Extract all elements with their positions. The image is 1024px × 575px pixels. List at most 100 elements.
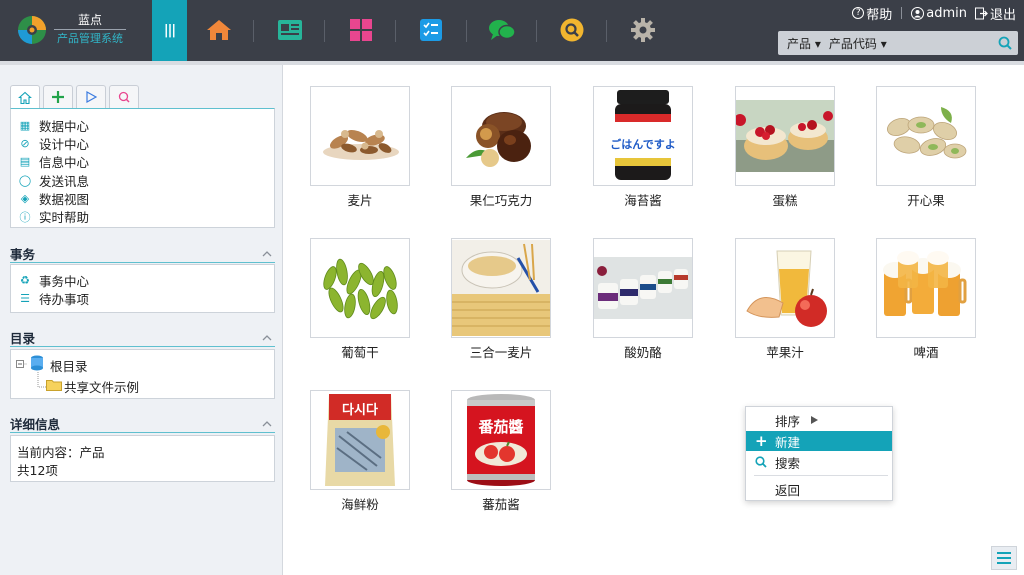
search-icon: [118, 91, 130, 103]
affairs-item-center[interactable]: ♻ 事务中心: [19, 271, 274, 289]
context-menu-sort[interactable]: 排序: [746, 410, 892, 430]
search-icon[interactable]: [556, 14, 588, 46]
database-icon: [31, 355, 43, 371]
layers-icon: ◈: [20, 191, 30, 205]
chevron-up-icon[interactable]: [262, 334, 272, 341]
product-item[interactable]: 酸奶酪: [583, 238, 703, 361]
product-item[interactable]: 蛋糕: [725, 86, 845, 209]
product-name: 蕃茄酱: [482, 497, 520, 512]
product-image: [735, 238, 835, 338]
chevron-up-icon[interactable]: [262, 250, 272, 257]
tree-child-label[interactable]: 共享文件示例: [64, 377, 139, 396]
design-icon: ⊘: [20, 136, 30, 150]
tree-root-label[interactable]: 根目录: [50, 356, 88, 375]
field-select[interactable]: 产品代码 ▾: [821, 35, 887, 52]
nav-item-label: 实时帮助: [39, 210, 90, 226]
context-menu-search-label: 搜索: [775, 455, 801, 471]
product-item[interactable]: 果仁巧克力: [441, 86, 561, 209]
product-item[interactable]: 开心果: [866, 86, 986, 209]
search-bar: 产品 ▾ 产品代码 ▾: [778, 31, 1018, 55]
home-icon: [18, 91, 32, 104]
submenu-arrow-icon: [811, 416, 818, 424]
user-label: admin: [926, 5, 967, 21]
product-name: 苹果汁: [766, 345, 804, 360]
nav-item-info-center[interactable]: ▤ 信息中心: [19, 153, 274, 171]
affairs-item-todo[interactable]: ☰ 待办事项: [19, 289, 274, 307]
nav-item-label: 数据中心: [39, 118, 90, 134]
search-submit-icon[interactable]: [998, 36, 1012, 50]
logout-label: 退出: [989, 7, 1016, 23]
product-image: [310, 238, 410, 338]
chat-icon[interactable]: [486, 14, 518, 46]
plus-icon: [52, 91, 64, 103]
product-name: 三合一麦片: [469, 345, 533, 360]
news-icon[interactable]: [274, 14, 306, 46]
context-menu-search[interactable]: 搜索: [746, 452, 892, 472]
field-selected: 产品代码: [828, 36, 877, 51]
details-header[interactable]: 详细信息: [10, 415, 275, 433]
details-panel: 当前内容：产品 共12项: [10, 435, 275, 482]
sidebar: ▦ 数据中心 ⊘ 设计中心 ▤ 信息中心 ◯ 发送讯息 ◈ 数据视图 ⓘ 实时帮助 事务 ♻…: [0, 65, 283, 575]
affairs-header[interactable]: 事务: [10, 245, 275, 263]
question-icon: ?: [852, 7, 865, 19]
product-item[interactable]: 다시다 海鲜粉: [300, 390, 420, 513]
apps-icon[interactable]: [345, 14, 377, 46]
chevron-up-icon[interactable]: [262, 420, 272, 427]
product-image: ごはんですよ: [593, 86, 693, 186]
product-image: [451, 86, 551, 186]
tab-add[interactable]: [43, 85, 73, 108]
context-menu-back-label: 返回: [775, 482, 801, 498]
product-name: 啤酒: [913, 345, 939, 360]
recycle-icon: ♻: [20, 273, 30, 287]
product-name: 海苔酱: [624, 193, 662, 208]
context-menu-sort-label: 排序: [775, 413, 801, 429]
details-current: 当前内容：产品: [17, 444, 105, 460]
nav-item-data-view[interactable]: ◈ 数据视图: [19, 189, 274, 207]
product-image: [735, 86, 835, 186]
product-name: 葡萄干: [341, 345, 379, 360]
grid-icon: ▦: [19, 118, 31, 132]
context-menu-new[interactable]: + 新建: [746, 431, 892, 451]
tab-play[interactable]: [76, 85, 106, 108]
nav-item-data-center[interactable]: ▦ 数据中心: [19, 116, 274, 134]
tab-search[interactable]: [109, 85, 139, 108]
product-name: 酸奶酪: [624, 345, 662, 360]
doc-icon: ▤: [19, 155, 31, 169]
product-name: 麦片: [347, 193, 373, 208]
top-links: ? 帮助 admin 退出: [852, 4, 1016, 23]
product-item[interactable]: 啤酒: [866, 238, 986, 361]
nav-item-live-help[interactable]: ⓘ 实时帮助: [19, 207, 274, 225]
nav-item-label: 数据视图: [39, 191, 90, 207]
logout-link[interactable]: 退出: [974, 4, 1016, 23]
gear-icon[interactable]: [627, 14, 659, 46]
product-item[interactable]: 葡萄干: [300, 238, 420, 361]
home-icon[interactable]: [203, 14, 235, 46]
menu-toggle-button[interactable]: |||: [152, 0, 187, 61]
directory-header[interactable]: 目录: [10, 329, 275, 347]
play-icon: [86, 91, 97, 103]
brand: 蓝点 产品管理系统: [52, 12, 128, 46]
brand-title: 蓝点: [77, 13, 102, 27]
product-name: 蛋糕: [772, 193, 798, 208]
product-item[interactable]: ごはんですよ 海苔酱: [583, 86, 703, 209]
product-image: [451, 238, 551, 338]
product-item[interactable]: 番茄醬 蕃茄酱: [441, 390, 561, 513]
list-view-button[interactable]: [991, 546, 1017, 570]
nav-item-design-center[interactable]: ⊘ 设计中心: [19, 134, 274, 152]
affairs-item-label: 待办事项: [39, 291, 90, 307]
context-menu-back[interactable]: 返回: [746, 479, 892, 499]
category-select[interactable]: 产品 ▾: [778, 35, 821, 52]
search-input[interactable]: [896, 33, 996, 53]
nav-item-label: 信息中心: [39, 155, 90, 171]
product-item[interactable]: 三合一麦片: [441, 238, 561, 361]
nav-item-label: 设计中心: [39, 136, 90, 152]
user-link[interactable]: admin: [911, 6, 967, 21]
product-item[interactable]: 苹果汁: [725, 238, 845, 361]
nav-item-send-message[interactable]: ◯ 发送讯息: [19, 171, 274, 189]
tab-home[interactable]: [10, 85, 40, 109]
product-name: 海鲜粉: [341, 497, 379, 512]
product-item[interactable]: 麦片: [300, 86, 420, 209]
folder-icon: [46, 380, 62, 391]
help-link[interactable]: ? 帮助: [852, 4, 892, 23]
tasks-icon[interactable]: [415, 14, 447, 46]
